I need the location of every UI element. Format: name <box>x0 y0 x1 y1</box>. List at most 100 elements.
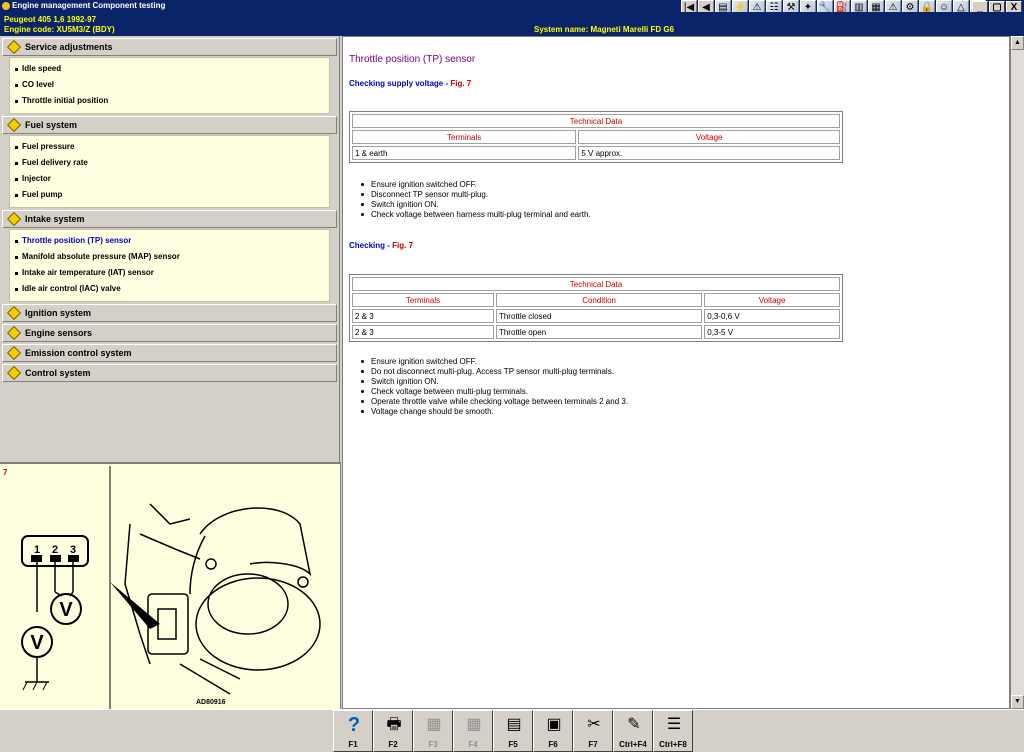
scroll-down-icon[interactable]: ▼ <box>1011 695 1024 709</box>
fkey-f5-button[interactable]: ▤ F5 <box>493 710 533 752</box>
table-cell: 0,3-0,6 V <box>704 309 840 323</box>
arrow-icon <box>6 365 22 381</box>
throttle-body-sketch <box>124 503 321 695</box>
fkey-f6-button[interactable]: ▣ F6 <box>533 710 573 752</box>
check-supply-text: Checking supply voltage - <box>349 79 451 88</box>
tools-icon: ✂ <box>587 716 601 733</box>
nav-item[interactable]: Idle air control (IAC) valve <box>10 281 329 297</box>
fkey-label: F5 <box>508 740 518 749</box>
technical-data-table: Technical Data Terminals Condition Voltage 2… <box>349 274 843 342</box>
fkey-label: F3 <box>428 740 438 749</box>
fkey-label: F2 <box>388 740 398 749</box>
nav-item[interactable]: Throttle initial position <box>10 93 329 109</box>
table-row: 2 & 3 Throttle open 0,3-5 V <box>352 325 840 339</box>
procedure-step: Do not disconnect multi-plug. Access TP … <box>360 367 628 377</box>
fkey-label: Ctrl+F8 <box>659 740 687 749</box>
arrow-icon <box>6 305 22 321</box>
procedure-step: Check voltage between harness multi-plug… <box>360 210 591 220</box>
arrow-icon <box>6 39 22 55</box>
procedure-step: Voltage change should be smooth. <box>360 407 628 417</box>
fkey-f4-button[interactable]: ▦ F4 <box>453 710 493 752</box>
document-icon: ▤ <box>506 716 522 733</box>
figure-link[interactable]: Fig. 7 <box>450 79 471 88</box>
vertical-scrollbar[interactable]: ▲ ▼ <box>1010 36 1024 709</box>
nav-section-control-system[interactable]: Control system <box>2 364 337 382</box>
arrow-icon <box>6 211 22 227</box>
table-cell: 5 V approx. <box>578 146 840 160</box>
arrow-icon <box>6 325 22 341</box>
nav-item[interactable]: Intake air temperature (IAT) sensor <box>10 265 329 281</box>
nav-section-label: Engine sensors <box>25 328 93 338</box>
nav-item[interactable]: Fuel pressure <box>10 139 329 155</box>
procedure-step: Switch ignition ON. <box>360 377 628 387</box>
figure-code: AD80916 <box>196 699 226 706</box>
procedure-list: Ensure ignition switched OFF. Do not disc… <box>360 357 628 417</box>
nav-item[interactable]: Throttle position (TP) sensor <box>10 233 329 249</box>
note-icon: ✎ <box>627 716 641 733</box>
app-icon <box>2 2 10 10</box>
nav-section-label: Control system <box>25 368 91 378</box>
navigation-pane: Service adjustments Idle speed CO level Thr… <box>0 36 340 462</box>
table-cell: Throttle closed <box>495 309 703 323</box>
nav-section-emission-control-system[interactable]: Emission control system <box>2 344 337 362</box>
nav-section-label: Intake system <box>25 214 85 224</box>
engine-code: Engine code: XU5M3/Z (BDY) <box>4 25 115 34</box>
arrow-icon <box>6 117 22 133</box>
nav-section-items: Idle speed CO level Throttle initial posit… <box>9 57 330 114</box>
print-icon: 🖶 <box>386 716 402 733</box>
fkey-f3-button[interactable]: ▦ F3 <box>413 710 453 752</box>
connector-pins: 1 2 3 <box>34 544 76 556</box>
fkey-label: F4 <box>468 740 478 749</box>
nav-section-fuel-system[interactable]: Fuel system <box>2 116 337 134</box>
nav-section-intake-system[interactable]: Intake system <box>2 210 337 228</box>
table-cell: 1 & earth <box>352 146 577 160</box>
table-caption: Technical Data <box>352 114 840 128</box>
component-icon: ▣ <box>546 716 562 733</box>
pin-label: 1 <box>34 544 40 556</box>
procedure-step: Ensure ignition switched OFF. <box>360 357 628 367</box>
column-header: Condition <box>495 293 703 307</box>
nav-section-label: Service adjustments <box>25 42 113 52</box>
function-key-bar: ? F1 🖶 F2 ▦ F3 ▦ F4 ▤ F5 ▣ F6 ✂ F7 ✎ Ctrl+F4 ☰ Ctrl+F8 <box>0 709 1024 752</box>
nav-item[interactable]: Injector <box>10 171 329 187</box>
nav-item[interactable]: Fuel pump <box>10 187 329 203</box>
fkey-f2-button[interactable]: 🖶 F2 <box>373 710 413 752</box>
nav-item[interactable]: Manifold absolute pressure (MAP) sensor <box>10 249 329 265</box>
nav-section-service-adjustments[interactable]: Service adjustments <box>2 38 337 56</box>
nav-item[interactable]: CO level <box>10 77 329 93</box>
nav-section-label: Fuel system <box>25 120 78 130</box>
procedure-step: Ensure ignition switched OFF. <box>360 180 591 190</box>
content-pane: Throttle position (TP) sensor Checking s… <box>342 36 1010 709</box>
table-caption: Technical Data <box>352 277 840 291</box>
checking-heading: Checking - Fig. 7 <box>349 241 413 250</box>
list-icon: ☰ <box>666 716 682 733</box>
nav-section-ignition-system[interactable]: Ignition system <box>2 304 337 322</box>
nav-item[interactable]: Fuel delivery rate <box>10 155 329 171</box>
procedure-step: Check voltage between multi-plug termina… <box>360 387 628 397</box>
page-title: Throttle position (TP) sensor <box>349 54 476 65</box>
figure-link[interactable]: Fig. 7 <box>392 241 413 250</box>
nav-section-label: Emission control system <box>25 348 132 358</box>
procedure-step: Operate throttle valve while checking vo… <box>360 397 628 407</box>
fkey-label: F1 <box>348 740 358 749</box>
window-title: Engine management Component testing <box>12 1 166 10</box>
fkey-ctrl-f8-button[interactable]: ☰ Ctrl+F8 <box>653 710 693 752</box>
nav-item[interactable]: Idle speed <box>10 61 329 77</box>
pin-label: 3 <box>70 544 76 556</box>
nav-section-engine-sensors[interactable]: Engine sensors <box>2 324 337 342</box>
paste-icon: ▦ <box>466 716 482 733</box>
fkey-label: F7 <box>588 740 598 749</box>
column-header: Terminals <box>352 130 577 144</box>
table-row: 2 & 3 Throttle closed 0,3-0,6 V <box>352 309 840 323</box>
fkey-f7-button[interactable]: ✂ F7 <box>573 710 613 752</box>
arrow-icon <box>6 345 22 361</box>
table-cell: Throttle open <box>495 325 703 339</box>
procedure-step: Switch ignition ON. <box>360 200 591 210</box>
fkey-ctrl-f4-button[interactable]: ✎ Ctrl+F4 <box>613 710 653 752</box>
fkey-f1-button[interactable]: ? F1 <box>333 710 373 752</box>
column-header: Voltage <box>578 130 840 144</box>
column-header: Voltage <box>704 293 840 307</box>
figure-illustration: 1 2 3 V V AD80916 <box>21 466 321 709</box>
scroll-up-icon[interactable]: ▲ <box>1011 36 1024 50</box>
table-cell: 2 & 3 <box>352 325 494 339</box>
